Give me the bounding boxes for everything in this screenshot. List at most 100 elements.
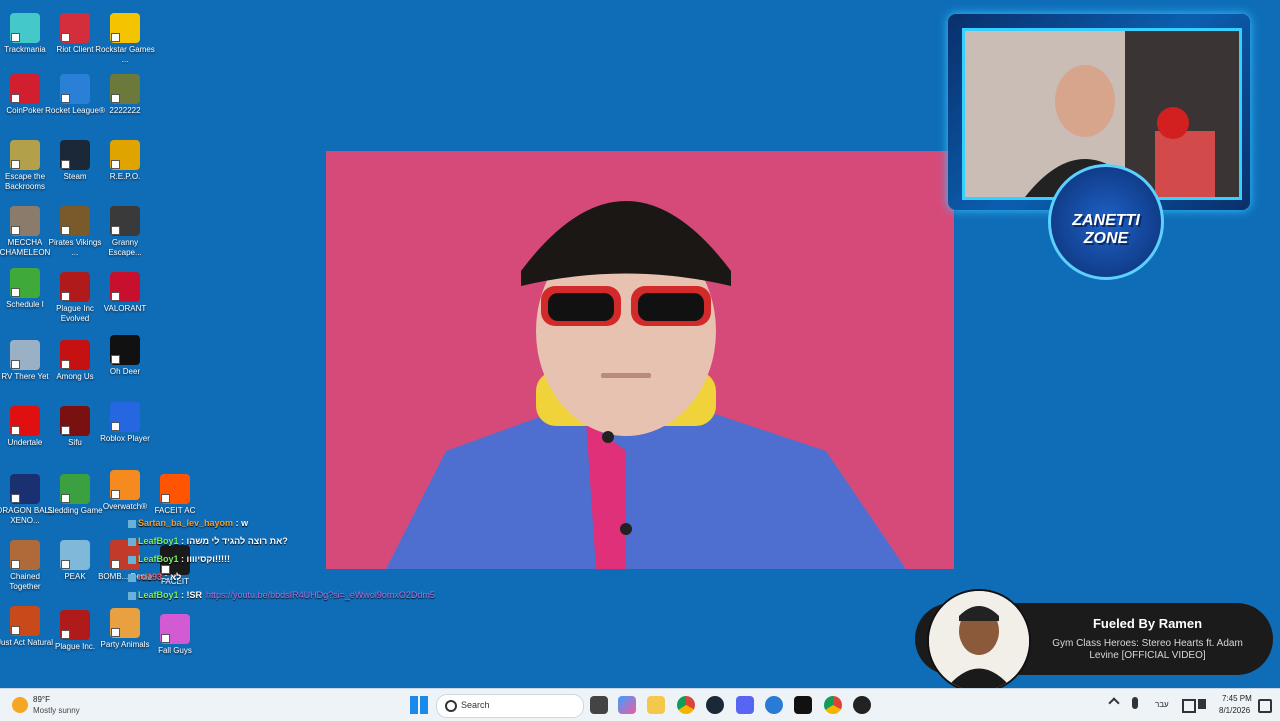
desktop-icon-label: Roblox Player: [100, 434, 150, 443]
volume-icon[interactable]: [1198, 699, 1206, 709]
chrome-active-icon[interactable]: [824, 696, 842, 714]
app-icon: [10, 268, 40, 298]
tray-chevron-icon[interactable]: [1108, 697, 1120, 709]
chat-message: LeafBoy1 : את רוצה להגיד לי משהו?: [128, 532, 435, 550]
weather-desc: Mostly sunny: [33, 706, 80, 715]
desktop-icon[interactable]: Fall Guys: [145, 614, 205, 656]
network-icon[interactable]: [1182, 699, 1196, 713]
desktop-icon-label: Rockstar Games ...: [95, 45, 155, 64]
app-icon: [10, 474, 40, 504]
desktop-icon[interactable]: Rockstar Games ...: [95, 13, 155, 65]
language-indicator[interactable]: עבר: [1155, 700, 1169, 709]
weather-icon: [12, 697, 28, 713]
app-icon: [110, 335, 140, 365]
video-frame[interactable]: [326, 151, 954, 569]
app-icon: [10, 13, 40, 43]
app-icon: [110, 13, 140, 43]
video-image: [326, 151, 954, 569]
desktop-icon-label: Oh Deer: [109, 367, 141, 376]
chat-text: : וקסיוווו!!!!!: [181, 554, 230, 564]
app-icon: [60, 474, 90, 504]
chat-text: : !SR: [181, 590, 203, 600]
app-icon: [160, 474, 190, 504]
desktop-icon-label: VALORANT: [103, 304, 147, 313]
chat-badge-icon: [128, 519, 136, 528]
chat-badge-icon: [128, 555, 136, 564]
desktop-icon[interactable]: 2222222: [95, 74, 155, 116]
clock-date[interactable]: 8/1/2026: [1219, 706, 1250, 715]
app-icon: [10, 540, 40, 570]
chrome-icon[interactable]: [677, 696, 695, 714]
app-icon: [110, 272, 140, 302]
app-icon: [160, 614, 190, 644]
desktop-icon-label: R.E.P.O.: [109, 172, 141, 181]
clock-time[interactable]: 7:45 PM: [1222, 694, 1252, 703]
album-art: [927, 589, 1031, 693]
desktop-icon[interactable]: FACEIT AC: [145, 474, 205, 516]
chat-message: rd193 : לא: [128, 568, 435, 586]
desktop-icon[interactable]: VALORANT: [95, 272, 155, 314]
notification-icon[interactable]: [1258, 699, 1272, 713]
app-icon: [110, 74, 140, 104]
overlay-logo: ZANETTI ZONE: [1048, 164, 1164, 280]
start-button[interactable]: [410, 696, 428, 714]
desktop-icon-label: Granny Escape...: [108, 238, 142, 257]
desktop-icon[interactable]: Oh Deer: [95, 335, 155, 377]
weather-temp: 89°F: [33, 695, 50, 704]
app-icon: [60, 610, 90, 640]
app-icon: [10, 606, 40, 636]
app-icon: [60, 74, 90, 104]
chat-badge-icon: [128, 537, 136, 546]
chat-message: LeafBoy1 : וקסיוווו!!!!!: [128, 550, 435, 568]
taskbar: 89°F Mostly sunny Search עבר 7:45 PM 8/1…: [0, 688, 1280, 721]
app-icon: [10, 140, 40, 170]
terminal-icon[interactable]: [794, 696, 812, 714]
now-playing-card: Fueled By Ramen Gym Class Heroes: Stereo…: [915, 589, 1273, 693]
discord-icon[interactable]: [736, 696, 754, 714]
chat-message: LeafBoy1 : !SR https://youtu.be/bbdsIR4UH…: [128, 586, 435, 604]
desktop-icon[interactable]: Granny Escape...: [95, 206, 155, 258]
app-icon: [60, 272, 90, 302]
app-icon: [60, 13, 90, 43]
app-icon: [110, 206, 140, 236]
microphone-icon[interactable]: [1132, 697, 1138, 709]
app-icon: [60, 406, 90, 436]
chat-text: : את רוצה להגיד לי משהו?: [181, 536, 288, 546]
chat-overlay: Sartan_ba_lev_hayom : w LeafBoy1 : את רוצ…: [128, 514, 435, 604]
app-icon: [110, 140, 140, 170]
chat-username: LeafBoy1: [138, 554, 179, 564]
app-icon: [10, 340, 40, 370]
app-icon: [60, 340, 90, 370]
search-icon: [445, 700, 457, 712]
now-playing-subtitle: Gym Class Heroes: Stereo Hearts ft. Adam…: [1052, 638, 1243, 661]
app-icon: [60, 140, 90, 170]
chat-username: LeafBoy1: [138, 536, 179, 546]
app-icon: [60, 540, 90, 570]
obs-icon[interactable]: [853, 696, 871, 714]
app-icon: [110, 470, 140, 500]
task-view-icon[interactable]: [590, 696, 608, 714]
steam-icon[interactable]: [706, 696, 724, 714]
app-icon: [60, 206, 90, 236]
windows-icon: [410, 696, 428, 714]
app-icon: [10, 206, 40, 236]
webcam-overlay: ZANETTI ZONE: [948, 14, 1250, 280]
search-box[interactable]: Search: [436, 694, 584, 718]
search-placeholder: Search: [461, 700, 490, 710]
desktop-icon[interactable]: Roblox Player: [95, 402, 155, 444]
copilot-icon[interactable]: [618, 696, 636, 714]
chat-username: LeafBoy1: [138, 590, 179, 600]
desktop-icon-label: 2222222: [109, 106, 141, 115]
chat-badge-icon: [128, 591, 136, 600]
overlay-logo-text: ZANETTI ZONE: [1072, 212, 1140, 247]
chat-link[interactable]: https://youtu.be/bbdsIR4UHDg?si=_eWwol9o…: [206, 590, 435, 600]
weather-widget[interactable]: 89°F Mostly sunny: [12, 693, 92, 717]
chat-badge-icon: [128, 573, 136, 582]
now-playing-title: Fueled By Ramen: [1092, 616, 1203, 631]
file-explorer-icon[interactable]: [647, 696, 665, 714]
app-icon-blue[interactable]: [765, 696, 783, 714]
desktop-icon[interactable]: R.E.P.O.: [95, 140, 155, 182]
chat-text: : w: [235, 518, 249, 528]
chat-username: rd193: [138, 572, 163, 582]
album-art-image: [929, 591, 1029, 691]
